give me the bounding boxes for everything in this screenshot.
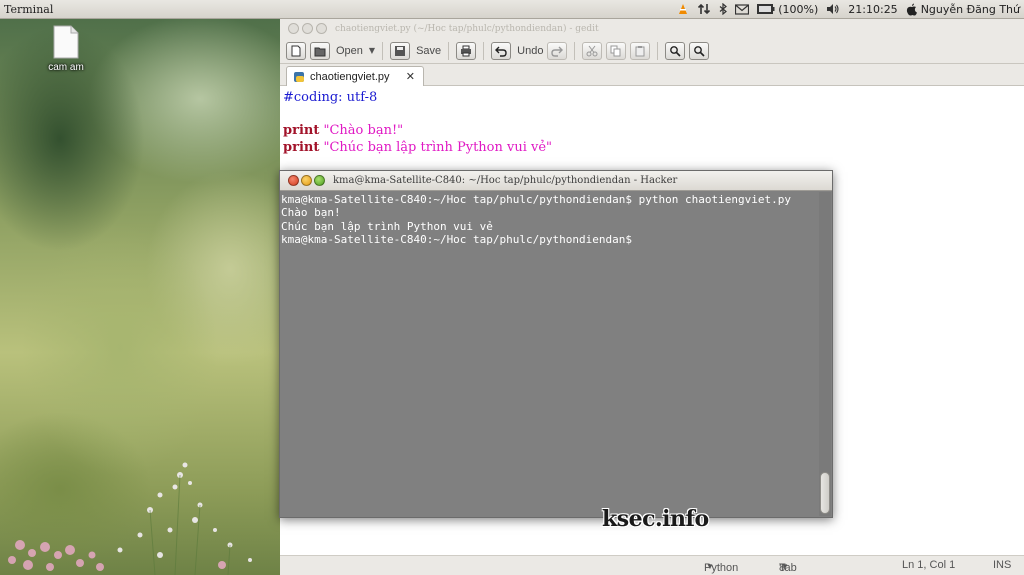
undo-label[interactable]: Undo (517, 45, 543, 57)
code-editor[interactable]: #coding: utf-8 print "Chào bạn!" print "… (280, 86, 1024, 156)
top-panel: Terminal (100%) 21:10:25 Nguyễn Đăng Thứ (0, 0, 1024, 19)
toolbar-separator (483, 41, 485, 60)
toolbar-separator (657, 41, 659, 60)
gedit-window-title: chaotiengviet.py (~/Hoc tap/phulc/python… (335, 23, 599, 34)
search-button[interactable] (665, 41, 686, 60)
search-replace-button[interactable] (689, 41, 710, 60)
code-keyword: print (283, 123, 320, 138)
terminal-window: kma@kma-Satellite-C840: ~/Hoc tap/phulc/… (279, 170, 833, 518)
terminal-line: Chúc bạn lập trình Python vui vẻ (281, 219, 493, 233)
terminal-close-button[interactable] (288, 175, 299, 186)
open-icon (314, 47, 326, 56)
tab-close-icon[interactable]: ✕ (406, 70, 415, 83)
code-line-1: #coding: utf-8 (283, 90, 1024, 107)
language-dropdown-icon: ▼ (706, 562, 714, 571)
watermark: ksec.info (602, 506, 709, 532)
user-menu[interactable]: Nguyễn Đăng Thứ (906, 3, 1020, 16)
terminal-titlebar[interactable]: kma@kma-Satellite-C840: ~/Hoc tap/phulc/… (280, 171, 832, 191)
gedit-toolbar: Open ▼ Save Undo (280, 38, 1024, 64)
tab-width-dropdown-icon: ▼ (781, 562, 789, 571)
gedit-statusbar: Python ▼ Tab Width: 8 ▼ Ln 1, Col 1 INS (280, 555, 1024, 575)
indicator-area: (100%) 21:10:25 Nguyễn Đăng Thứ (677, 3, 1024, 16)
cut-icon (586, 45, 598, 56)
terminal-line: Chào bạn! (281, 206, 341, 220)
python-file-icon (294, 71, 304, 82)
search-replace-icon (694, 45, 706, 57)
gedit-maximize-button[interactable] (316, 23, 327, 34)
terminal-minimize-button[interactable] (301, 175, 312, 186)
terminal-scrollbar[interactable] (819, 192, 831, 516)
code-string: "Chúc bạn lập trình Python vui vẻ" (323, 139, 553, 155)
copy-icon (610, 45, 621, 56)
gedit-minimize-button[interactable] (302, 23, 313, 34)
redo-icon (551, 46, 564, 57)
open-dropdown-icon[interactable]: ▼ (369, 46, 375, 55)
cut-button[interactable] (582, 41, 603, 60)
print-icon (461, 45, 472, 56)
gedit-titlebar[interactable]: chaotiengviet.py (~/Hoc tap/phulc/python… (280, 19, 1024, 38)
new-file-button[interactable] (286, 41, 306, 60)
battery-percentage: (100%) (778, 2, 819, 16)
bluetooth-icon[interactable] (719, 3, 728, 15)
save-label[interactable]: Save (416, 45, 441, 57)
copy-button[interactable] (606, 41, 627, 60)
toolbar-separator (382, 41, 384, 60)
undo-button[interactable] (491, 41, 512, 60)
desktop-background: cam am (0, 19, 280, 575)
battery-indicator[interactable]: (100%) (757, 3, 818, 16)
active-app-name: Terminal (4, 2, 54, 16)
apple-icon (906, 3, 917, 15)
insert-mode: INS (993, 559, 1012, 571)
paste-button[interactable] (630, 41, 651, 60)
text-file-icon (53, 25, 79, 59)
search-icon (670, 45, 682, 57)
redo-button[interactable] (547, 41, 568, 60)
save-button[interactable] (390, 41, 411, 60)
tab-chaotiengviet[interactable]: chaotiengviet.py ✕ (286, 66, 424, 86)
clock[interactable]: 21:10:25 (848, 3, 897, 16)
battery-icon (757, 4, 775, 14)
volume-icon[interactable] (826, 3, 840, 15)
code-line-3: print "Chào bạn!" (283, 123, 1024, 140)
desktop-file-label: cam am (48, 62, 84, 73)
open-button[interactable] (310, 41, 330, 60)
terminal-window-title: kma@kma-Satellite-C840: ~/Hoc tap/phulc/… (333, 175, 678, 186)
flowers-wallpaper (8, 462, 252, 575)
code-line-4: print "Chúc bạn lập trình Python vui vẻ" (283, 140, 1024, 157)
terminal-prompt: kma@kma-Satellite-C840:~/Hoc tap/phulc/p… (281, 232, 639, 246)
user-name: Nguyễn Đăng Thứ (920, 2, 1020, 16)
print-button[interactable] (456, 41, 477, 60)
code-comment: #coding: utf-8 (283, 90, 378, 105)
code-keyword: print (283, 139, 320, 155)
toolbar-separator (448, 41, 450, 60)
new-document-icon (291, 45, 301, 56)
code-string: "Chào bạn!" (323, 123, 404, 138)
gedit-close-button[interactable] (288, 23, 299, 34)
mail-icon[interactable] (735, 3, 750, 15)
terminal-maximize-button[interactable] (314, 175, 325, 186)
save-icon (395, 45, 406, 56)
cursor-position: Ln 1, Col 1 (902, 559, 956, 571)
vlc-icon[interactable] (677, 3, 689, 15)
network-icon[interactable] (697, 3, 711, 15)
paste-icon (635, 45, 645, 56)
toolbar-separator (574, 41, 576, 60)
desktop-file-cam-am[interactable]: cam am (40, 25, 92, 73)
terminal-scroll-thumb[interactable] (820, 472, 830, 514)
undo-icon (495, 46, 507, 57)
terminal-line: kma@kma-Satellite-C840:~/Hoc tap/phulc/p… (281, 193, 791, 206)
terminal-output[interactable]: kma@kma-Satellite-C840:~/Hoc tap/phulc/p… (280, 191, 832, 246)
document-tabbar: chaotiengviet.py ✕ (280, 64, 1024, 86)
tab-label: chaotiengviet.py (310, 70, 390, 83)
open-label[interactable]: Open (336, 45, 363, 57)
